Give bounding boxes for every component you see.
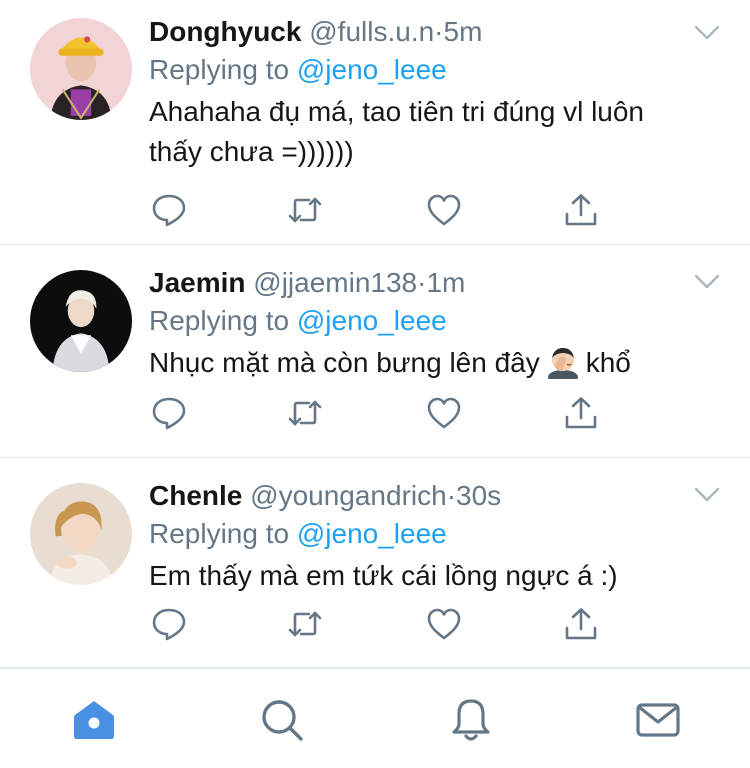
tweet-header: Jaemin @jjaemin138·1m — [149, 265, 710, 301]
replying-prefix: Replying to — [149, 518, 290, 549]
timestamp[interactable]: 5m — [444, 16, 483, 47]
timestamp[interactable]: 30s — [456, 480, 501, 511]
tweet-text: Nhục mặt mà còn bưng lên đây khổ — [149, 343, 710, 384]
like-icon[interactable] — [426, 607, 462, 641]
replying-to-handle[interactable]: @jeno_leee — [297, 305, 447, 336]
tweet-text-before-emoji: Nhục mặt mà còn bưng lên đây — [149, 347, 540, 378]
replying-to: Replying to @jeno_leee — [149, 301, 710, 341]
avatar-image — [30, 270, 132, 372]
author-name[interactable]: Donghyuck — [149, 16, 301, 47]
timestamp[interactable]: 1m — [426, 267, 465, 298]
retweet-icon[interactable] — [287, 607, 323, 641]
search-icon[interactable] — [258, 696, 306, 744]
tweet-content: Donghyuck @fulls.u.n·5m Replying to @jen… — [149, 14, 710, 172]
share-icon[interactable] — [563, 396, 599, 430]
tweet-text-line: Ahahaha đụ má, tao tiên tri đúng vl luôn — [149, 96, 645, 127]
avatar-image — [30, 18, 132, 120]
replying-to-handle[interactable]: @jeno_leee — [297, 54, 447, 85]
like-icon[interactable] — [426, 396, 462, 430]
tweet[interactable]: Chenle @youngandrich·30s Replying to @je… — [0, 458, 750, 668]
man-facepalming-emoji — [546, 345, 580, 384]
replying-to-handle[interactable]: @jeno_leee — [297, 518, 447, 549]
bottom-tab-bar — [0, 668, 750, 768]
replying-prefix: Replying to — [149, 54, 290, 85]
tweet-header: Chenle @youngandrich·30s — [149, 478, 710, 514]
chevron-down-icon[interactable] — [694, 24, 720, 42]
tweet-text-line: thấy chưa =)))))) — [149, 136, 354, 167]
retweet-icon[interactable] — [287, 396, 323, 430]
author-name[interactable]: Chenle — [149, 480, 242, 511]
tweet-content: Jaemin @jjaemin138·1m Replying to @jeno_… — [149, 265, 710, 384]
tweet-actions — [149, 396, 609, 430]
avatar[interactable] — [30, 18, 132, 120]
replying-to: Replying to @jeno_leee — [149, 50, 710, 90]
retweet-icon[interactable] — [287, 193, 323, 227]
author-handle[interactable]: @fulls.u.n — [309, 16, 434, 47]
avatar[interactable] — [30, 483, 132, 585]
author-handle[interactable]: @jjaemin138 — [253, 267, 417, 298]
like-icon[interactable] — [426, 193, 462, 227]
author-handle[interactable]: @youngandrich — [250, 480, 447, 511]
share-icon[interactable] — [563, 193, 599, 227]
share-icon[interactable] — [563, 607, 599, 641]
avatar[interactable] — [30, 270, 132, 372]
chevron-down-icon[interactable] — [694, 273, 720, 291]
home-icon[interactable] — [70, 696, 118, 744]
notifications-icon[interactable] — [447, 696, 495, 744]
chevron-down-icon[interactable] — [694, 486, 720, 504]
reply-icon[interactable] — [151, 193, 187, 227]
tweet-text: Ahahaha đụ má, tao tiên tri đúng vl luôn… — [149, 92, 710, 172]
separator-dot: · — [446, 480, 457, 511]
tweet-text: Em thấy mà em tứk cái lồng ngực á :) — [149, 556, 710, 596]
tweet[interactable]: Donghyuck @fulls.u.n·5m Replying to @jen… — [0, 0, 750, 245]
timeline: Donghyuck @fulls.u.n·5m Replying to @jen… — [0, 0, 750, 668]
tweet-actions — [149, 193, 609, 227]
tweet-content: Chenle @youngandrich·30s Replying to @je… — [149, 478, 710, 596]
tweet-text-after-emoji: khổ — [585, 347, 631, 378]
tweet-header: Donghyuck @fulls.u.n·5m — [149, 14, 710, 50]
tweet-actions — [149, 607, 609, 641]
tweet-text-line: Em thấy mà em tứk cái lồng ngực á :) — [149, 560, 618, 591]
avatar-image — [30, 483, 132, 585]
messages-icon[interactable] — [634, 696, 682, 744]
reply-icon[interactable] — [151, 607, 187, 641]
separator-dot: · — [434, 16, 444, 47]
tweet[interactable]: Jaemin @jjaemin138·1m Replying to @jeno_… — [0, 245, 750, 458]
reply-icon[interactable] — [151, 396, 187, 430]
replying-to: Replying to @jeno_leee — [149, 514, 710, 554]
author-name[interactable]: Jaemin — [149, 267, 246, 298]
replying-prefix: Replying to — [149, 305, 290, 336]
